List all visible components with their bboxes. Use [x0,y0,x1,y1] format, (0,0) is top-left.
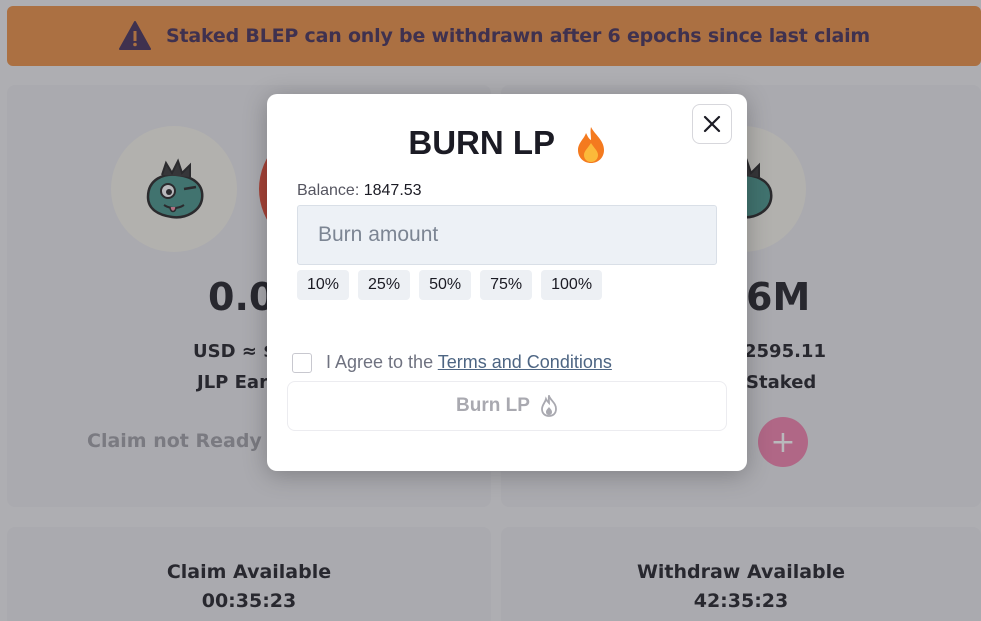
percent-100-button[interactable]: 100% [541,270,603,300]
burn-amount-input[interactable] [297,205,717,265]
modal-title: BURN LP [267,124,747,164]
balance-label: Balance: [297,182,360,199]
balance-value: 1847.53 [363,182,422,199]
burn-lp-modal: BURN LP Balance: 1847.53 10% 25% 50% 75%… [267,94,747,471]
terms-checkbox[interactable] [292,352,312,373]
burn-button-label: Burn LP [456,395,530,416]
terms-link[interactable]: Terms and Conditions [438,352,612,372]
close-icon [703,115,721,133]
percent-buttons: 10% 25% 50% 75% 100% [297,270,603,300]
burn-lp-button[interactable]: Burn LP [287,381,727,431]
close-button[interactable] [692,104,732,144]
terms-text: I Agree to the Terms and Conditions [326,352,612,373]
percent-75-button[interactable]: 75% [480,270,533,300]
percent-25-button[interactable]: 25% [358,270,411,300]
balance-row: Balance: 1847.53 [297,182,422,200]
agree-prefix: I Agree to the [326,352,434,372]
flame-outline-icon [541,395,557,417]
flame-icon [577,127,604,164]
terms-agreement-row: I Agree to the Terms and Conditions [292,352,612,373]
percent-10-button[interactable]: 10% [297,270,350,300]
percent-50-button[interactable]: 50% [419,270,472,300]
modal-title-text: BURN LP [408,124,555,161]
